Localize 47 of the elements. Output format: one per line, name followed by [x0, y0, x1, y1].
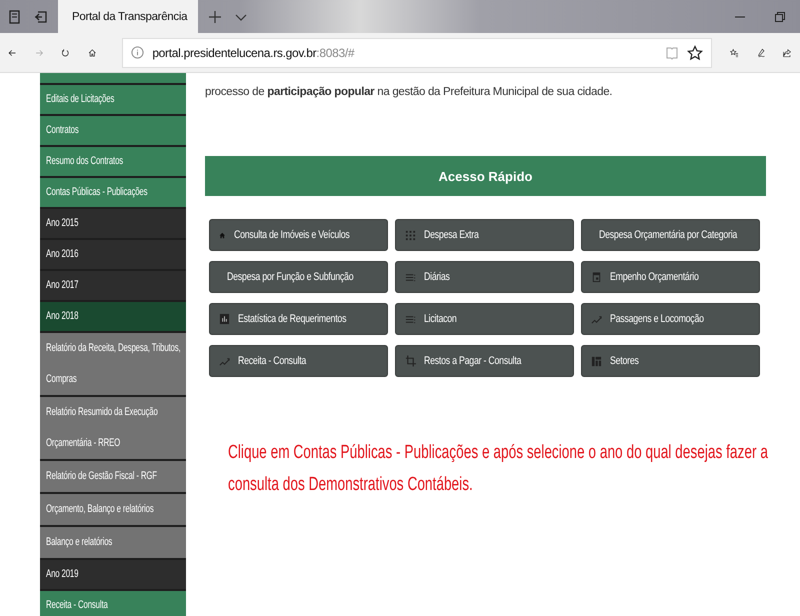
sidebar-item[interactable]: Relatório Resumido da Execução Orçamentária - RREO — [40, 397, 186, 461]
layout-icon — [591, 356, 602, 366]
quick-access-button[interactable]: Restos a Pagar - Consulta — [395, 345, 574, 377]
sidebar-item[interactable]: Balanço e relatórios — [40, 527, 186, 560]
quick-access-button[interactable]: Receita - Consulta — [209, 345, 388, 377]
sidebar-item[interactable]: Ano 2016 — [40, 240, 186, 271]
sidebar-item[interactable]: Receita - Consulta — [40, 591, 186, 616]
sidebar-item[interactable]: Orçamento, Balanço e relatórios — [40, 494, 186, 527]
trend-line-icon — [219, 356, 230, 366]
sidebar-item[interactable]: Ano 2019 — [40, 560, 186, 591]
sidebar-item[interactable]: Relatório da Receita, Despesa, Tributos, Compras — [40, 333, 186, 397]
quick-access-button[interactable]: Licitacon — [395, 303, 574, 335]
quick-access-button[interactable]: Empenho Orçamentário — [581, 261, 760, 293]
sidebar-item[interactable]: Contas Públicas - Publicações — [40, 178, 186, 209]
intro-text: processo de participação popular na gestão da Prefeitura Municipal de sua cidade. — [205, 86, 614, 98]
restore-icon[interactable] — [774, 10, 786, 22]
quick-access-button[interactable]: Despesa por Função e Subfunção — [209, 261, 388, 293]
calendar-icon — [591, 271, 602, 283]
sidebar-item[interactable]: Resumo dos Contratos — [40, 147, 186, 178]
sidebar-item[interactable]: Ano 2015 — [40, 209, 186, 240]
sidebar-item[interactable]: Editais de Licitações — [40, 85, 186, 116]
star-icon[interactable] — [687, 44, 704, 60]
bar-chart-icon — [219, 313, 230, 325]
section-header: Acesso Rápido — [205, 156, 766, 196]
quick-access-button[interactable]: Despesa Extra — [395, 219, 574, 251]
quick-access-button[interactable]: Setores — [581, 345, 760, 377]
quick-access-button[interactable]: Consulta de Imóveis e Veículos — [209, 219, 388, 251]
address-field[interactable]: portal.presidentelucena.rs.gov.br:8083/# — [122, 38, 712, 68]
grid-icon — [405, 230, 416, 240]
list-icon — [405, 314, 416, 324]
new-tab-icon[interactable] — [208, 10, 222, 24]
quick-access-button[interactable]: Despesa Orçamentária por Categoria — [581, 219, 760, 251]
sidebar-item[interactable]: Ano 2017 — [40, 271, 186, 302]
list-icon — [405, 272, 416, 282]
sidebar-item[interactable]: Ano 2018 — [40, 302, 186, 333]
crop-icon — [405, 355, 416, 367]
instruction-text: Clique em Contas Públicas - Publicações e após selecione o ano do qual desejas fazer a consulta dos Demonstrativos Contábeis. — [228, 441, 769, 497]
quick-access-button[interactable]: Diárias — [395, 261, 574, 293]
sidebar-item[interactable]: Contratos — [40, 116, 186, 147]
tabs-aside-icon[interactable] — [8, 10, 22, 24]
quick-access-button[interactable]: Estatística de Requerimentos — [209, 303, 388, 335]
browser-tab[interactable]: Portal da Transparência — [58, 0, 198, 33]
quick-access-button[interactable]: Passagens e Locomoção — [581, 303, 760, 335]
back-tab-icon[interactable] — [34, 10, 48, 24]
sidebar-item[interactable]: Relatório de Gestão Fiscal - RGF — [40, 461, 186, 494]
info-icon — [131, 46, 144, 59]
trend-line-icon — [591, 314, 602, 324]
